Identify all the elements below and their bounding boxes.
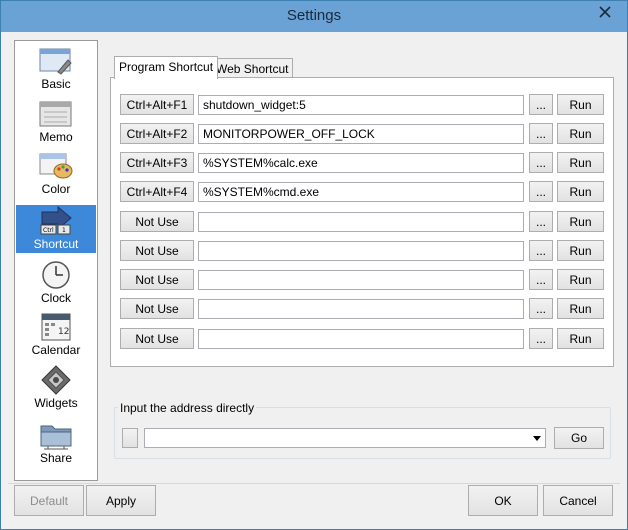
- sidebar-item-shortcut[interactable]: Ctrl 1 Shortcut: [16, 205, 96, 253]
- ok-button[interactable]: OK: [468, 485, 538, 516]
- browse-button[interactable]: ...: [529, 298, 553, 319]
- sidebar-item-color[interactable]: Color: [16, 150, 96, 198]
- close-button[interactable]: [589, 1, 621, 23]
- address-combobox[interactable]: [144, 428, 546, 448]
- browse-button[interactable]: ...: [529, 94, 553, 115]
- content-frame: Basic Memo Color Ctrl 1 Shortcut Clock 1…: [8, 32, 620, 524]
- sidebar-label-color: Color: [41, 182, 71, 196]
- apply-button[interactable]: Apply: [86, 485, 156, 516]
- title-bar[interactable]: Settings: [1, 1, 627, 32]
- sidebar-item-clock[interactable]: Clock: [16, 259, 96, 307]
- program-path-field[interactable]: %SYSTEM%calc.exe: [198, 153, 524, 173]
- browse-button[interactable]: ...: [529, 269, 553, 290]
- browse-button[interactable]: ...: [529, 123, 553, 144]
- sidebar-label-share: Share: [39, 451, 73, 465]
- settings-window: Settings Basic Memo Color Ctrl 1 Shortcu…: [0, 0, 628, 530]
- program-path-field[interactable]: [198, 299, 524, 319]
- sidebar-label-calendar: Calendar: [31, 343, 81, 357]
- hotkey-button[interactable]: Not Use: [120, 240, 194, 261]
- sidebar-label-clock: Clock: [40, 291, 71, 305]
- address-favicon-button[interactable]: [122, 428, 138, 448]
- sidebar-item-widgets[interactable]: Widgets: [16, 364, 96, 412]
- hotkey-button[interactable]: Ctrl+Alt+F2: [120, 123, 194, 144]
- hotkey-button[interactable]: Ctrl+Alt+F3: [120, 152, 194, 173]
- run-button[interactable]: Run: [557, 298, 604, 319]
- tab-program-shortcut[interactable]: Program Shortcut: [114, 56, 219, 79]
- svg-text:12: 12: [58, 327, 69, 337]
- program-path-field[interactable]: shutdown_widget:5: [198, 95, 524, 115]
- hotkey-button[interactable]: Not Use: [120, 211, 194, 232]
- hotkey-button[interactable]: Ctrl+Alt+F1: [120, 94, 194, 115]
- tab-web-shortcut-label: Web Shortcut: [216, 62, 289, 76]
- run-button[interactable]: Run: [557, 328, 604, 349]
- cancel-button[interactable]: Cancel: [543, 485, 613, 516]
- folder-share-icon: [40, 425, 72, 450]
- sidebar-item-basic[interactable]: Basic: [16, 45, 96, 93]
- program-path-field[interactable]: [198, 329, 524, 349]
- footer-divider: [8, 483, 620, 484]
- run-button[interactable]: Run: [557, 123, 604, 144]
- browse-button[interactable]: ...: [529, 152, 553, 173]
- run-button[interactable]: Run: [557, 269, 604, 290]
- calendar-icon: 12: [41, 313, 71, 341]
- program-path-field[interactable]: MONITORPOWER_OFF_LOCK: [198, 124, 524, 144]
- basic-settings-icon: [39, 48, 72, 75]
- program-path-field[interactable]: [198, 212, 524, 232]
- program-path-field[interactable]: %SYSTEM%cmd.exe: [198, 182, 524, 202]
- go-button[interactable]: Go: [554, 427, 604, 449]
- memo-icon: [39, 101, 72, 127]
- program-path-field[interactable]: [198, 241, 524, 261]
- browse-button[interactable]: ...: [529, 240, 553, 261]
- tab-web-shortcut[interactable]: Web Shortcut: [211, 58, 294, 79]
- sidebar-item-memo[interactable]: Memo: [16, 98, 96, 146]
- sidebar-label-shortcut: Shortcut: [33, 237, 79, 251]
- close-icon: [599, 6, 611, 18]
- run-button[interactable]: Run: [557, 211, 604, 232]
- run-button[interactable]: Run: [557, 94, 604, 115]
- sidebar-label-widgets: Widgets: [34, 396, 78, 410]
- run-button[interactable]: Run: [557, 181, 604, 202]
- default-button[interactable]: Default: [14, 485, 84, 516]
- sidebar-label-basic: Basic: [41, 77, 71, 91]
- svg-text:1: 1: [62, 227, 66, 234]
- sidebar-label-memo: Memo: [39, 130, 73, 144]
- shortcut-key-icon: Ctrl 1: [40, 206, 72, 235]
- clock-icon: [42, 261, 70, 289]
- sidebar-item-share[interactable]: Share: [16, 419, 96, 467]
- browse-button[interactable]: ...: [529, 328, 553, 349]
- address-legend: Input the address directly: [118, 401, 257, 415]
- hotkey-button[interactable]: Ctrl+Alt+F4: [120, 181, 194, 202]
- sidebar-item-calendar[interactable]: 12 Calendar: [16, 311, 96, 359]
- browse-button[interactable]: ...: [529, 181, 553, 202]
- hotkey-button[interactable]: Not Use: [120, 269, 194, 290]
- address-dropdown-button[interactable]: [529, 429, 545, 447]
- widgets-icon: [41, 365, 71, 395]
- chevron-down-icon: [533, 435, 541, 441]
- category-sidebar: Basic Memo Color Ctrl 1 Shortcut Clock 1…: [14, 40, 98, 481]
- svg-text:Ctrl: Ctrl: [43, 227, 54, 234]
- run-button[interactable]: Run: [557, 240, 604, 261]
- hotkey-button[interactable]: Not Use: [120, 298, 194, 319]
- run-button[interactable]: Run: [557, 152, 604, 173]
- browse-button[interactable]: ...: [529, 211, 553, 232]
- program-path-field[interactable]: [198, 270, 524, 290]
- tab-program-shortcut-label: Program Shortcut: [119, 60, 214, 74]
- window-title: Settings: [286, 7, 342, 24]
- palette-icon: [39, 153, 73, 179]
- hotkey-button[interactable]: Not Use: [120, 328, 194, 349]
